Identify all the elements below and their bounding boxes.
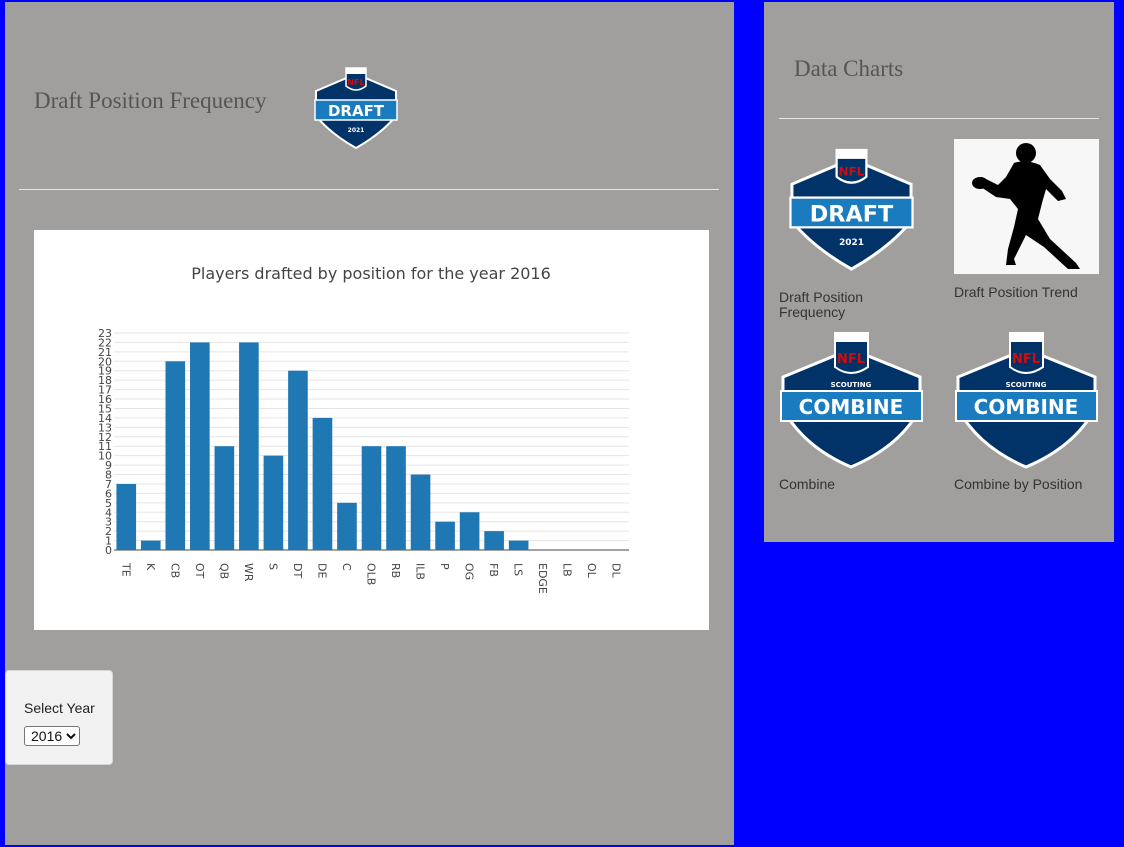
combine-word: COMBINE [974,395,1079,419]
x-tick-label: DT [291,563,304,578]
bar-rb[interactable] [386,446,406,550]
year-select[interactable]: 2016 [24,726,80,746]
x-tick-label: K [144,563,157,571]
combine-word: COMBINE [799,395,904,419]
x-tick-label: C [340,563,353,571]
bar-ilb[interactable] [410,474,431,550]
card-combine-by-position[interactable]: COMBINE SCOUTING NFL Combine by Position [954,329,1104,499]
x-tick-label: EDGE [536,563,549,594]
bar-og[interactable] [459,512,480,550]
x-tick-label: DL [610,563,623,578]
logo-draft-word: DRAFT [328,102,385,120]
bar-p[interactable] [435,521,455,550]
chart-card: Players drafted by position for the year… [34,230,709,630]
card-label: Draft Position Trend [954,284,1078,300]
combine-league: NFL [1012,352,1040,367]
bar-qb[interactable] [214,446,235,550]
title-divider [19,189,719,190]
bar-olb[interactable] [361,446,382,550]
main-panel: Draft Position Frequency DRAFT 2021 NFL … [5,2,734,845]
x-tick-label: OL [585,563,598,579]
card-combine[interactable]: COMBINE SCOUTING NFL Combine [779,329,929,499]
nfl-scouting-combine-logo: COMBINE SCOUTING NFL [780,332,923,469]
chart-title: Players drafted by position for the year… [191,264,551,283]
x-tick-label: OLB [365,563,378,585]
x-tick-label: OT [193,563,206,579]
x-tick-label: OG [463,563,476,580]
bar-s[interactable] [263,455,284,550]
bar-fb[interactable] [484,531,504,550]
x-tick-label: RB [389,563,402,578]
bar-ls[interactable] [508,540,529,550]
x-tick-label: P [438,563,451,570]
nfl-draft-logo: DRAFT 2021 NFL [789,148,914,271]
x-tick-label: LS [512,563,525,576]
combine-scouting: SCOUTING [1006,381,1047,389]
card-draft-position-frequency[interactable]: DRAFT 2021 NFL Draft Position Frequency [779,144,929,324]
nfl-scouting-combine-logo: COMBINE SCOUTING NFL [955,332,1098,469]
x-tick-label: S [266,563,279,570]
sidebar-divider [779,118,1099,119]
bar-cb[interactable] [165,361,186,550]
x-tick-label: DE [315,563,328,578]
y-tick-label: 23 [98,327,112,340]
combine-scouting: SCOUTING [831,381,872,389]
logo-year: 2021 [839,238,864,248]
x-tick-label: LB [561,563,574,577]
bar-ot[interactable] [190,342,210,550]
page-title: Draft Position Frequency [34,88,267,113]
bar-wr[interactable] [239,342,259,550]
football-player-silhouette-icon [954,139,1099,274]
x-tick-label: TE [119,562,132,577]
bar-k[interactable] [140,540,161,550]
card-label: Combine [779,476,836,492]
bar-te[interactable] [116,483,137,550]
y-axis: 01234567891011121314151617181920212223 [98,327,112,557]
logo-draft-word: DRAFT [810,201,894,227]
sidebar-title: Data Charts [794,56,904,81]
bar-dt[interactable] [288,370,308,550]
card-label: Draft Position Frequency [779,289,864,320]
logo-league: NFL [347,78,364,87]
bar-chart: Players drafted by position for the year… [98,264,629,594]
logo-league: NFL [839,164,865,178]
x-tick-label: CB [168,563,181,578]
logo-year: 2021 [348,127,365,134]
bar-c[interactable] [337,502,357,550]
year-label: Select Year [24,700,95,716]
sidebar: Data Charts DRAFT 2021 NFL Draft Positio… [764,2,1114,542]
x-tick-label: FB [487,563,500,577]
card-draft-position-trend[interactable]: Draft Position Trend [954,139,1104,304]
year-control: Select Year 2016 [5,670,113,765]
combine-league: NFL [837,352,865,367]
nfl-draft-logo: DRAFT 2021 NFL [311,64,401,150]
card-label: Combine by Position [954,476,1083,492]
bar-de[interactable] [312,417,333,550]
x-tick-label: ILB [414,563,427,580]
x-tick-label: QB [217,563,230,579]
x-tick-label: WR [242,563,255,582]
x-axis: TE K CB OT QB WR S DT DE C OLB RB ILB P OG FB LS EDGE LB OL… [119,562,622,594]
